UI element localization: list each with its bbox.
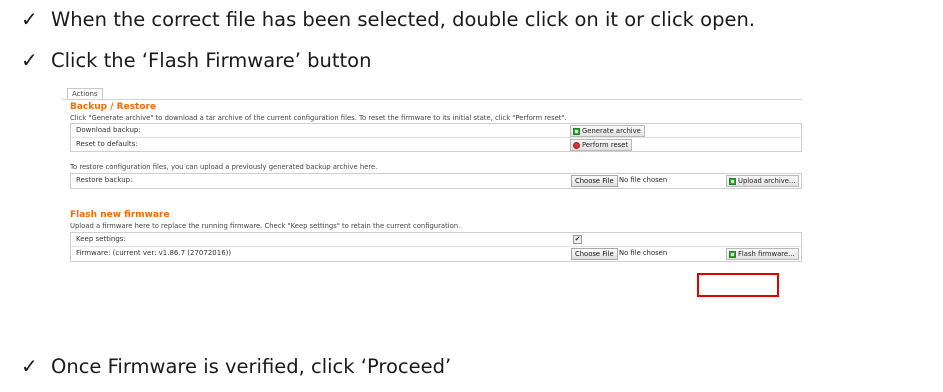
restore-table: Restore backup: Choose File No file chos… [70,173,802,189]
generate-archive-button[interactable]: Generate archive [570,125,645,137]
flash-icon [729,250,736,258]
highlight-box [697,273,779,297]
backup-table: Download backup: Generate archive Reset … [70,123,802,152]
section-title-backup: Backup / Restore [70,102,157,112]
instruction-step-1: ✓ When the correct file has been selecte… [21,7,755,31]
file-status: No file chosen [619,176,668,184]
table-row: Download backup: Generate archive [71,124,801,138]
choose-file-button[interactable]: Choose File [571,175,618,187]
step-text: Click the ‘Flash Firmware’ button [51,48,372,72]
step-text: When the correct file has been selected,… [51,7,756,31]
table-row: Firmware: (current ver: v1.86.7 (2707201… [71,247,801,261]
checkmark-icon: ✓ [21,354,38,378]
checkmark-icon: ✓ [21,48,38,72]
upload-archive-button[interactable]: Upload archive... [726,175,800,187]
keep-settings-checkbox[interactable]: ✔ [573,235,582,244]
file-status: No file chosen [619,249,668,257]
table-row: Keep settings: ✔ [71,233,801,247]
button-label: Generate archive [582,127,641,135]
row-label: Firmware: (current ver: v1.86.7 (2707201… [76,249,232,257]
perform-reset-button[interactable]: Perform reset [570,139,633,151]
step-text: Once Firmware is verified, click ‘Procee… [51,354,452,378]
table-row: Reset to defaults: Perform reset [71,138,801,151]
instruction-step-3: ✓ Once Firmware is verified, click ‘Proc… [21,354,451,378]
archive-icon [573,127,580,135]
row-label: Keep settings: [76,235,126,243]
table-row: Restore backup: Choose File No file chos… [71,174,801,188]
button-label: Perform reset [582,141,629,149]
section-description: Upload a firmware here to replace the ru… [70,222,461,230]
instruction-step-2: ✓ Click the ‘Flash Firmware’ button [21,48,371,72]
flash-firmware-button[interactable]: Flash firmware... [726,248,799,260]
tab-divider [62,99,802,100]
section-description: Click "Generate archive" to download a t… [70,114,567,122]
reset-icon [573,141,580,149]
embedded-screenshot: Actions Backup / Restore Click "Generate… [62,88,812,303]
upload-icon [729,177,736,185]
flash-table: Keep settings: ✔ Firmware: (current ver:… [70,232,802,262]
row-label: Download backup: [76,126,141,134]
button-label: Flash firmware... [738,250,795,258]
section-title-flash: Flash new firmware [70,210,170,220]
restore-description: To restore configuration files, you can … [70,163,378,171]
choose-file-button[interactable]: Choose File [571,248,618,260]
row-label: Restore backup: [76,176,133,184]
checkmark-icon: ✓ [21,7,38,31]
row-label: Reset to defaults: [76,140,138,148]
button-label: Upload archive... [738,177,796,185]
